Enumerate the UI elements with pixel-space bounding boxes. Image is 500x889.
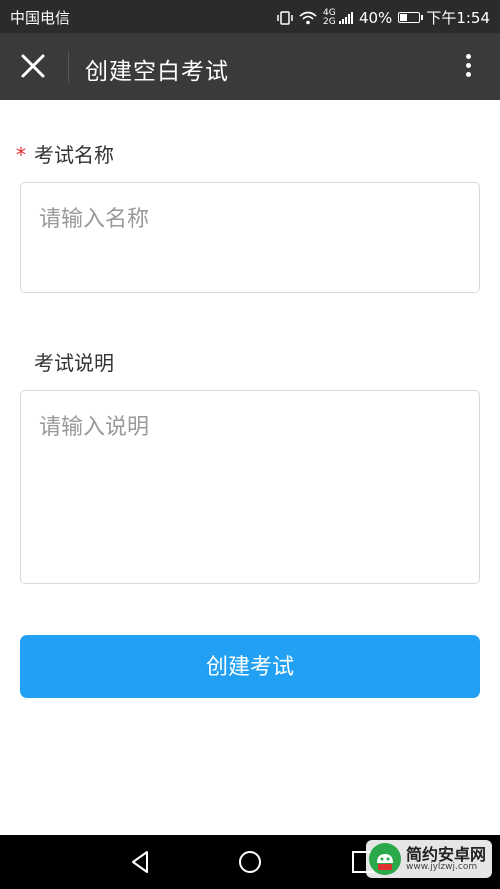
exam-name-label-text: 考试名称 [34, 143, 114, 167]
exam-description-label: 考试说明 [34, 351, 114, 375]
status-bar: 中国电信 4G 2G 40% 下午1:54 [0, 0, 500, 33]
nav-home-button[interactable] [235, 847, 265, 877]
battery-icon [398, 12, 424, 23]
vibrate-icon [277, 10, 293, 25]
network-type-bottom: 2G [322, 16, 336, 27]
battery-fill [400, 14, 408, 21]
wifi-icon [299, 11, 317, 24]
exam-name-label: * 考试名称 [16, 139, 114, 168]
android-logo-icon [368, 843, 401, 875]
more-menu-button[interactable] [458, 51, 478, 83]
create-exam-button[interactable]: 创建考试 [20, 635, 480, 698]
battery-percent: 40% [358, 8, 393, 27]
signal-icon [338, 11, 353, 24]
nav-back-button[interactable] [125, 847, 155, 877]
site-watermark: 简约安卓网 www.jylzwj.com [365, 840, 492, 878]
clock: 下午1:54 [426, 9, 490, 27]
page-title: 创建空白考试 [85, 59, 229, 85]
title-divider [68, 51, 69, 83]
required-mark: * [16, 143, 26, 167]
close-button[interactable] [14, 47, 54, 87]
carrier-label: 中国电信 [10, 9, 71, 27]
watermark-url: www.jylzwj.com [405, 861, 478, 872]
back-icon [132, 851, 148, 873]
watermark-name: 简约安卓网 [405, 844, 486, 864]
close-icon [21, 54, 45, 78]
status-indicators: 4G 2G 40% 下午1:54 [277, 7, 490, 28]
network-type-icon: 4G 2G [322, 8, 336, 27]
exam-name-input[interactable] [20, 182, 480, 293]
home-icon [239, 851, 261, 873]
more-vertical-icon [465, 54, 471, 59]
exam-description-input[interactable] [20, 390, 480, 584]
title-bar: 创建空白考试 [0, 33, 500, 100]
watermark-text: 简约安卓网 www.jylzwj.com [405, 844, 486, 872]
